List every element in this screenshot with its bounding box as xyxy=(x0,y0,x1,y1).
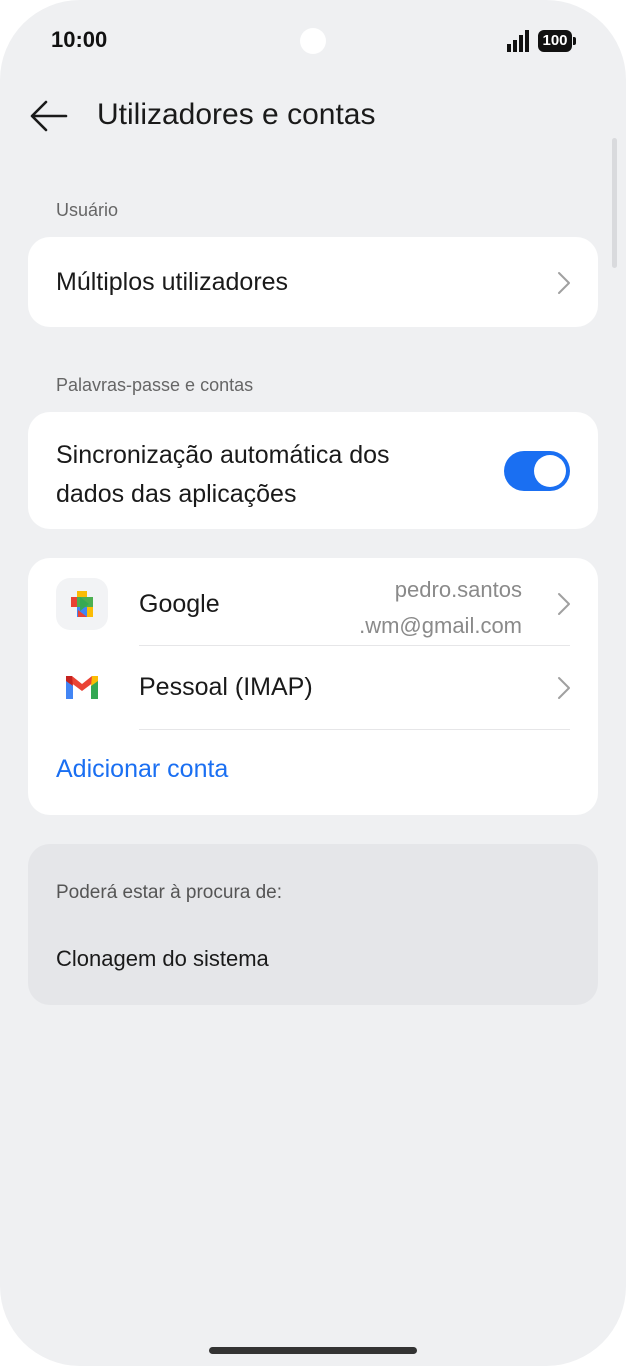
home-indicator[interactable] xyxy=(209,1347,417,1354)
google-email-line2: .wm@gmail.com xyxy=(359,613,522,638)
toggle-knob xyxy=(534,455,566,487)
chevron-right-icon xyxy=(558,593,570,615)
auto-sync-label-line1: Sincronização automática dos xyxy=(56,441,390,469)
multiple-users-row[interactable]: Múltiplos utilizadores xyxy=(28,237,598,327)
google-account-email: pedro.santos .wm@gmail.com xyxy=(359,572,522,644)
suggestion-system-clone[interactable]: Clonagem do sistema xyxy=(56,946,269,972)
auto-sync-label-line2: dados das aplicações xyxy=(56,480,297,508)
section-label-user: Usuário xyxy=(56,200,119,220)
google-play-services-icon xyxy=(56,578,108,630)
battery-icon: 100 xyxy=(538,30,576,52)
auto-sync-toggle[interactable] xyxy=(504,451,570,491)
accounts-card: Google pedro.santos .wm@gmail.com Pessoa… xyxy=(28,558,598,815)
back-arrow-icon[interactable] xyxy=(28,96,70,136)
scrollbar[interactable] xyxy=(612,138,617,268)
auto-sync-row[interactable]: Sincronização automática dos dados das a… xyxy=(28,412,598,529)
chevron-right-icon xyxy=(558,677,570,699)
page-title: Utilizadores e contas xyxy=(97,98,376,131)
chevron-right-icon xyxy=(558,272,570,294)
google-account-row[interactable]: Google pedro.santos .wm@gmail.com xyxy=(28,558,598,646)
front-camera xyxy=(300,28,326,54)
gmail-icon xyxy=(66,676,98,699)
imap-account-row[interactable]: Pessoal (IMAP) xyxy=(28,646,598,729)
add-account-link[interactable]: Adicionar conta xyxy=(56,755,228,784)
imap-account-name: Pessoal (IMAP) xyxy=(139,673,313,701)
section-label-passwords: Palavras-passe e contas xyxy=(56,375,254,395)
signal-icon xyxy=(507,30,529,52)
suggestions-label: Poderá estar à procura de: xyxy=(56,882,283,903)
suggestions-card: Poderá estar à procura de: Clonagem do s… xyxy=(28,844,598,1005)
divider xyxy=(139,729,570,730)
status-time: 10:00 xyxy=(51,27,108,52)
google-email-line1: pedro.santos xyxy=(394,577,522,602)
phone-screen: 10:00 100 Utilizadores e contas Usuário … xyxy=(0,0,626,1366)
auto-sync-label: Sincronização automática dos dados das a… xyxy=(56,436,390,514)
google-account-name: Google xyxy=(139,590,220,618)
multiple-users-label: Múltiplos utilizadores xyxy=(56,268,289,296)
